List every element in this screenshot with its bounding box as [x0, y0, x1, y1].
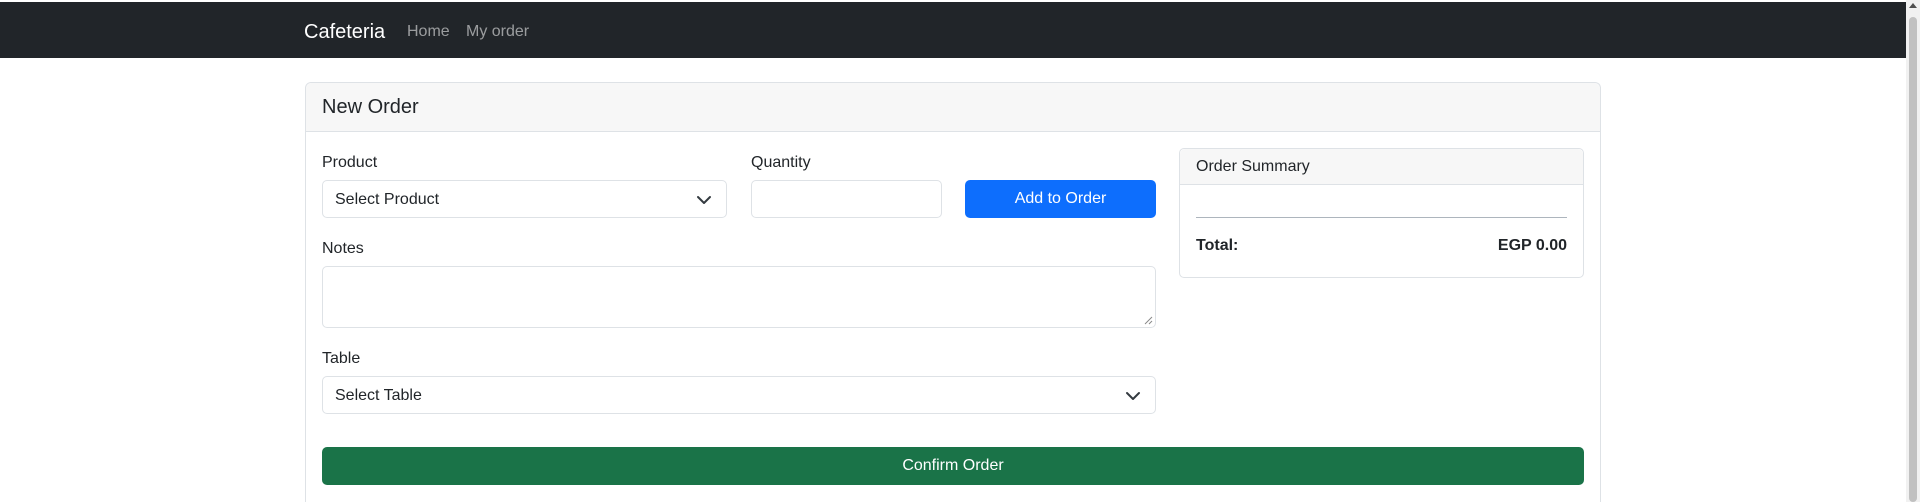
total-value: EGP 0.00 [1497, 237, 1567, 254]
summary-divider [1196, 217, 1567, 218]
scroll-up-icon[interactable] [1909, 3, 1917, 8]
top-navbar: Cafeteria Home My order [0, 2, 1906, 58]
quantity-label: Quantity [751, 154, 811, 171]
table-label: Table [322, 350, 361, 367]
product-select[interactable]: Select Product [322, 180, 727, 218]
add-to-order-button[interactable]: Add to Order [965, 180, 1156, 218]
product-select-value: Select Product [335, 191, 440, 208]
card-header: New Order [306, 83, 1600, 132]
table-select[interactable]: Select Table [322, 376, 1156, 414]
scroll-thumb[interactable] [1909, 17, 1917, 502]
viewport: Cafeteria Home My order New Order Produc… [0, 0, 1920, 502]
brand-link[interactable]: Cafeteria [304, 18, 385, 46]
total-label: Total: [1196, 237, 1239, 254]
chevron-down-icon [697, 196, 711, 204]
confirm-order-button[interactable]: Confirm Order [322, 447, 1584, 485]
order-summary-card: Order Summary Total: EGP 0.00 [1179, 148, 1584, 278]
quantity-input[interactable] [751, 180, 942, 218]
resize-grip-icon[interactable] [1143, 315, 1153, 325]
chevron-down-icon [1126, 392, 1140, 400]
table-select-value: Select Table [335, 387, 422, 404]
order-summary-title: Order Summary [1196, 158, 1310, 175]
order-summary-header: Order Summary [1180, 149, 1583, 185]
product-label: Product [322, 154, 378, 171]
new-order-card: New Order Product Select Product Quantit… [305, 82, 1601, 502]
nav-link-my-order[interactable]: My order [466, 20, 529, 44]
page-scrollbar[interactable] [1906, 0, 1920, 502]
notes-textarea[interactable] [322, 266, 1156, 328]
card-title: New Order [322, 96, 419, 118]
notes-label: Notes [322, 240, 364, 257]
nav-link-home[interactable]: Home [407, 20, 450, 44]
